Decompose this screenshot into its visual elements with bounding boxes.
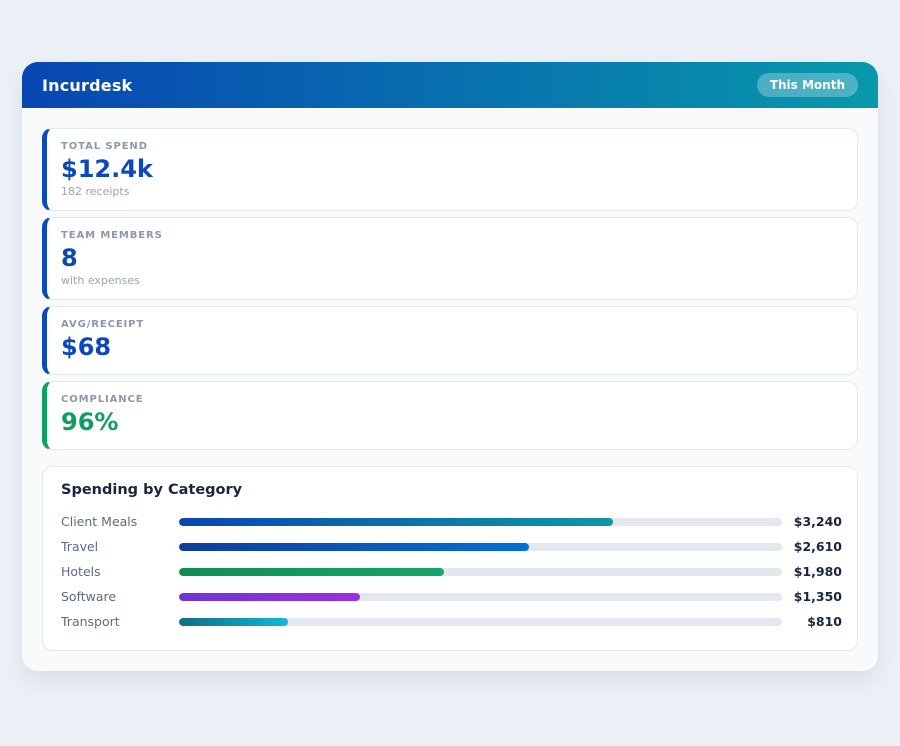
bar-track (179, 567, 782, 576)
stat-card-compliance: COMPLIANCE 96% (42, 381, 858, 450)
bar-row-software: Software $1,350 (61, 584, 842, 609)
bar-row-transport: Transport $810 (61, 609, 842, 634)
bar-track (179, 542, 782, 551)
bar-category-label: Travel (61, 539, 99, 554)
stat-label: TOTAL SPEND (61, 141, 148, 152)
app-header: Incurdesk This Month (22, 62, 878, 108)
app-title: Incurdesk (42, 75, 133, 95)
stat-label: COMPLIANCE (61, 394, 144, 405)
chart-title: Spending by Category (61, 482, 243, 498)
stat-label: TEAM MEMBERS (61, 230, 163, 241)
stat-sublabel: 182 receipts (61, 185, 130, 198)
period-badge[interactable]: This Month (756, 73, 858, 97)
bar-row-client-meals: Client Meals $3,240 (61, 509, 842, 534)
bar-fill (179, 592, 360, 601)
bar-row-hotels: Hotels $1,980 (61, 559, 842, 584)
stat-label: AVG/RECEIPT (61, 319, 145, 330)
stat-value: $68 (61, 333, 112, 361)
stat-card-team-members: TEAM MEMBERS 8 with expenses (42, 217, 858, 300)
bar-row-travel: Travel $2,610 (61, 534, 842, 559)
stats-list: TOTAL SPEND $12.4k 182 receipts TEAM MEMBER… (42, 128, 858, 450)
bar-category-label: Hotels (61, 564, 101, 579)
spending-chart-card: Spending by Category Client Meals $3,240 T… (42, 466, 858, 651)
bar-value-label: $2,610 (793, 539, 842, 554)
stat-sublabel: with expenses (61, 274, 140, 287)
stat-value: $12.4k (61, 155, 153, 183)
bar-value-label: $810 (807, 614, 842, 629)
bar-chart: Client Meals $3,240 Travel $2,610 Hotels $1,9… (61, 509, 842, 634)
stat-card-avg-receipt: AVG/RECEIPT $68 (42, 306, 858, 375)
bar-category-label: Client Meals (61, 514, 138, 529)
bar-fill (179, 567, 445, 576)
bar-value-label: $1,350 (793, 589, 842, 604)
dashboard-content: TOTAL SPEND $12.4k 182 receipts TEAM MEMBER… (22, 108, 878, 651)
dashboard-panel: Incurdesk This Month TOTAL SPEND $12.4k 18… (22, 62, 878, 671)
bar-category-label: Software (61, 589, 117, 604)
bar-value-label: $1,980 (793, 564, 842, 579)
stat-card-total-spend: TOTAL SPEND $12.4k 182 receipts (42, 128, 858, 211)
stat-value: 8 (61, 244, 78, 272)
bar-fill (179, 517, 614, 526)
bar-track (179, 617, 782, 626)
stat-value: 96% (61, 408, 119, 436)
bar-track (179, 592, 782, 601)
bar-value-label: $3,240 (793, 514, 842, 529)
bar-fill (179, 542, 529, 551)
bar-fill (179, 617, 288, 626)
bar-track (179, 517, 782, 526)
bar-category-label: Transport (61, 614, 120, 629)
